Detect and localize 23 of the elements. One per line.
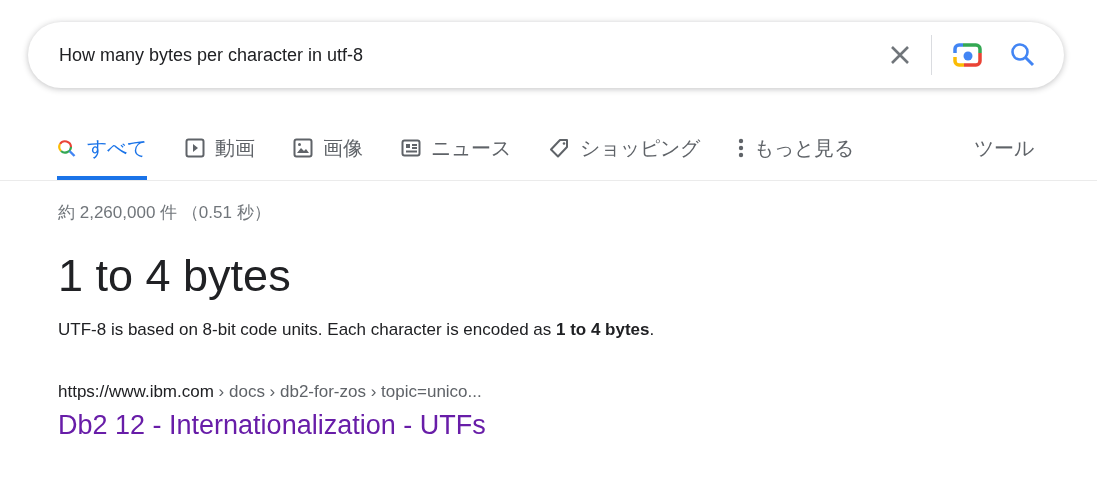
result-stats: 約 2,260,000 件 （0.51 秒） <box>58 202 272 224</box>
tag-icon <box>549 137 570 159</box>
tab[interactable]: すべて <box>57 120 147 180</box>
search-icon[interactable] <box>1010 42 1036 68</box>
tab[interactable]: 動画 <box>185 120 255 180</box>
more-icon <box>738 138 744 158</box>
answer-heading: 1 to 4 bytes <box>58 250 292 302</box>
camera-icon[interactable] <box>952 41 984 69</box>
newspaper-icon <box>401 139 421 157</box>
tab[interactable]: ニュース <box>401 120 511 180</box>
close-icon[interactable] <box>889 44 911 66</box>
tab[interactable]: 画像 <box>293 120 363 180</box>
play-icon <box>185 138 205 158</box>
breadcrumb: › docs › db2-for-zos › topic=unico... <box>217 382 482 401</box>
image-icon <box>293 138 313 158</box>
tab[interactable]: ショッピング <box>549 120 700 180</box>
search-icon <box>57 138 77 158</box>
search-field[interactable]: How many bytes per character in utf-8 <box>59 44 889 66</box>
tools-tab[interactable]: ツール <box>974 120 1034 180</box>
tab[interactable]: もっと見る <box>738 120 854 180</box>
result-title-link[interactable]: Db2 12 - Internationalization - UTFs <box>58 410 486 441</box>
answer-snippet: UTF-8 is based on 8-bit code units. Each character is encoded as 1 to 4 bytes. <box>58 320 656 340</box>
result-url: https://www.ibm.com <box>58 382 214 401</box>
